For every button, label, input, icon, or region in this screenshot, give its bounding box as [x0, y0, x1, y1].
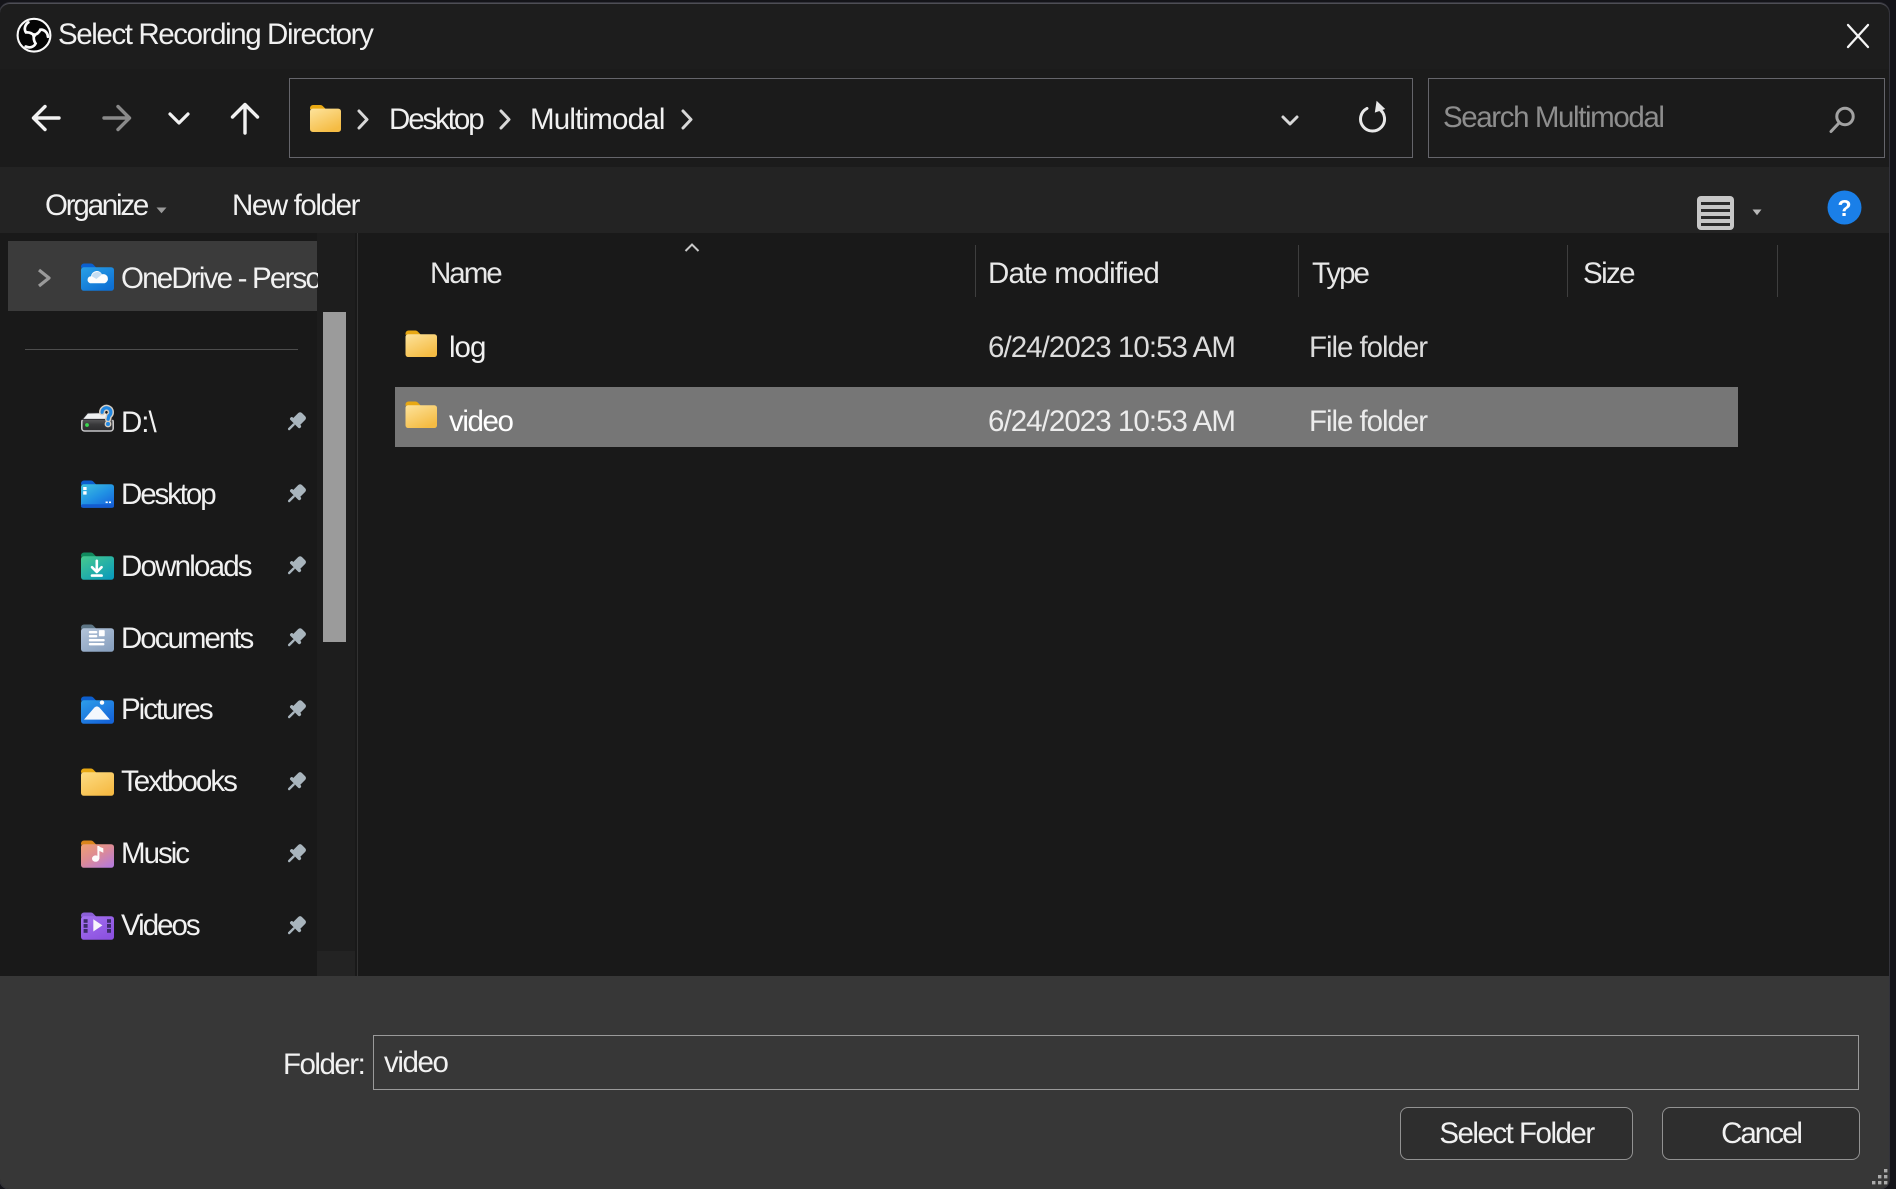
svg-text:?: ? — [1837, 195, 1851, 221]
